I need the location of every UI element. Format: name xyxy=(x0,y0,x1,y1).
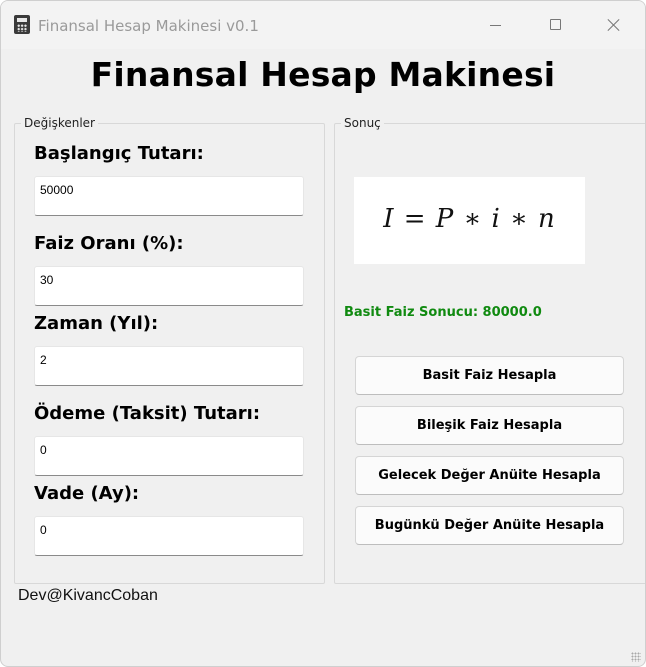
payment-amount-input[interactable]: 0 xyxy=(34,436,304,476)
time-years-label: Zaman (Yıl): xyxy=(34,313,159,334)
minimize-icon xyxy=(490,25,501,26)
formula-text: I = P ∗ i ∗ n xyxy=(383,204,556,234)
minimize-button[interactable] xyxy=(467,1,525,49)
maximize-button[interactable] xyxy=(526,1,584,49)
future-value-annuity-button[interactable]: Gelecek Değer Anüite Hesapla xyxy=(355,456,624,495)
initial-amount-input[interactable]: 50000 xyxy=(34,176,304,216)
variables-group-title: Değişkenler xyxy=(21,116,98,130)
app-window: Finansal Hesap Makinesi v0.1 Finansal He… xyxy=(0,0,646,667)
result-text: Basit Faiz Sonucu: 80000.0 xyxy=(344,305,542,320)
developer-credit: Dev@KivancCoban xyxy=(18,587,158,604)
compound-interest-button[interactable]: Bileşik Faiz Hesapla xyxy=(355,406,624,445)
time-years-input[interactable]: 2 xyxy=(34,346,304,386)
result-group-title: Sonuç xyxy=(341,116,384,130)
resize-grip-icon[interactable] xyxy=(631,652,641,662)
maximize-icon xyxy=(550,19,561,30)
term-months-label: Vade (Ay): xyxy=(34,483,140,504)
close-button[interactable] xyxy=(585,1,643,49)
window-title: Finansal Hesap Makinesi v0.1 xyxy=(38,17,259,35)
formula-image: I = P ∗ i ∗ n xyxy=(354,177,585,264)
term-months-input[interactable]: 0 xyxy=(34,516,304,556)
interest-rate-input[interactable]: 30 xyxy=(34,266,304,306)
calculator-icon xyxy=(14,15,30,34)
simple-interest-button[interactable]: Basit Faiz Hesapla xyxy=(355,356,624,395)
present-value-annuity-button[interactable]: Bugünkü Değer Anüite Hesapla xyxy=(355,506,624,545)
payment-amount-label: Ödeme (Taksit) Tutarı: xyxy=(34,403,261,424)
close-icon xyxy=(607,18,621,32)
title-bar[interactable]: Finansal Hesap Makinesi v0.1 xyxy=(1,1,645,49)
interest-rate-label: Faiz Oranı (%): xyxy=(34,233,184,254)
initial-amount-label: Başlangıç Tutarı: xyxy=(34,143,204,164)
page-title: Finansal Hesap Makinesi xyxy=(90,55,556,94)
